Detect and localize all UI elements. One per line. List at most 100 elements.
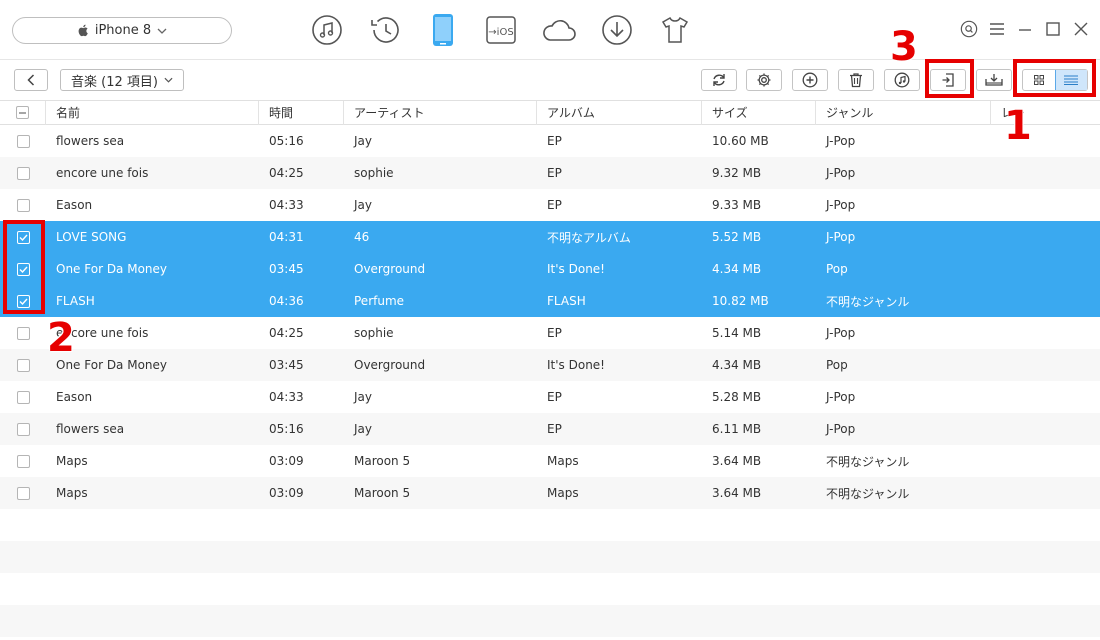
minimize-button[interactable] (1016, 18, 1034, 40)
cell-size: 4.34 MB (712, 262, 762, 276)
row-checkbox[interactable] (16, 390, 30, 404)
row-checkbox[interactable] (16, 262, 30, 276)
view-mode-toggle (1022, 69, 1088, 91)
table-row[interactable]: encore une fois 04:25 sophie EP 5.14 MB J-Pop (0, 317, 1100, 349)
table-row[interactable]: flowers sea 05:16 Jay EP 6.11 MB J-Pop (0, 413, 1100, 445)
table-row[interactable]: LOVE SONG 04:31 46 不明なアルバム 5.52 MB J-Pop (0, 221, 1100, 253)
table-row[interactable]: encore une fois 04:25 sophie EP 9.32 MB J-Pop (0, 157, 1100, 189)
column-header-time[interactable]: 時間 (259, 101, 344, 125)
nav-device[interactable] (416, 10, 470, 50)
table-body: flowers sea 05:16 Jay EP 10.60 MB J-Pop encore… (0, 125, 1100, 509)
category-selector[interactable]: 音楽 (12 項目) (60, 69, 184, 91)
cell-genre: J-Pop (826, 326, 856, 340)
nav-music[interactable] (300, 10, 354, 50)
row-checkbox[interactable] (16, 486, 30, 500)
cell-name: encore une fois (56, 166, 149, 180)
empty-row (0, 541, 1100, 573)
row-checkbox[interactable] (16, 326, 30, 340)
cell-time: 04:25 (269, 166, 304, 180)
row-checkbox[interactable] (16, 166, 30, 180)
cell-artist: Overground (354, 262, 426, 276)
cell-time: 04:36 (269, 294, 304, 308)
table-row[interactable]: Maps 03:09 Maroon 5 Maps 3.64 MB 不明なジャンル (0, 477, 1100, 509)
cell-size: 3.64 MB (712, 454, 762, 468)
music-table: 名前 時間 アーティスト アルバム サイズ ジャンル レー flowers se… (0, 100, 1100, 637)
column-header-name[interactable]: 名前 (46, 101, 259, 125)
nav-ios-transfer[interactable]: →iOS (474, 10, 528, 50)
history-icon (371, 17, 399, 43)
cell-name: encore une fois (56, 326, 149, 340)
table-row[interactable]: One For Da Money 03:45 Overground It's Done… (0, 253, 1100, 285)
column-header-album[interactable]: アルバム (537, 101, 702, 125)
refresh-icon (713, 74, 725, 86)
check-icon (19, 298, 28, 305)
cell-album: Maps (547, 486, 579, 500)
top-bar: iPhone 8 →iOS (0, 0, 1100, 60)
cell-artist: 46 (354, 230, 370, 244)
cell-name: Maps (56, 486, 88, 500)
column-header-size[interactable]: サイズ (702, 101, 816, 125)
row-checkbox[interactable] (16, 230, 30, 244)
cell-album: EP (547, 198, 562, 212)
column-header-artist[interactable]: アーティスト (344, 101, 537, 125)
annotation-number-3: 3 (890, 24, 918, 70)
export-to-computer-button[interactable] (930, 69, 966, 91)
chevron-left-icon (27, 74, 35, 86)
send-to-device-button[interactable] (976, 69, 1012, 91)
export-icon (942, 73, 954, 87)
row-checkbox[interactable] (16, 454, 30, 468)
row-checkbox[interactable] (16, 198, 30, 212)
device-selector[interactable]: iPhone 8 (12, 17, 232, 44)
row-checkbox[interactable] (16, 422, 30, 436)
table-row[interactable]: flowers sea 05:16 Jay EP 10.60 MB J-Pop (0, 125, 1100, 157)
gear-icon (757, 73, 771, 87)
select-all-checkbox[interactable] (16, 106, 29, 119)
nav-cloud[interactable] (532, 10, 586, 50)
cell-time: 03:09 (269, 454, 304, 468)
row-checkbox-cell (0, 326, 46, 340)
row-checkbox-cell (0, 454, 46, 468)
table-row[interactable]: Eason 04:33 Jay EP 5.28 MB J-Pop (0, 381, 1100, 413)
chevron-down-icon (157, 28, 167, 34)
cell-artist: Jay (354, 198, 372, 212)
add-button[interactable] (792, 69, 828, 91)
grid-view-button[interactable] (1023, 70, 1055, 90)
cell-name: One For Da Money (56, 262, 168, 276)
chevron-down-icon (164, 77, 173, 83)
svg-text:→iOS: →iOS (488, 27, 513, 38)
close-icon (1074, 22, 1088, 36)
row-checkbox-cell (0, 134, 46, 148)
settings-button[interactable] (746, 69, 782, 91)
column-header-genre[interactable]: ジャンル (816, 101, 991, 125)
row-checkbox[interactable] (16, 294, 30, 308)
check-icon (19, 266, 28, 273)
back-button[interactable] (14, 69, 48, 91)
list-view-button[interactable] (1054, 70, 1087, 90)
cell-time: 04:33 (269, 198, 304, 212)
maximize-button[interactable] (1044, 18, 1062, 40)
cell-time: 05:16 (269, 422, 304, 436)
table-row[interactable]: One For Da Money 03:45 Overground It's Done… (0, 349, 1100, 381)
cell-artist: Jay (354, 422, 372, 436)
cell-time: 03:45 (269, 262, 304, 276)
cell-size: 6.11 MB (712, 422, 762, 436)
nav-toolkit[interactable] (648, 10, 702, 50)
table-row[interactable]: Eason 04:33 Jay EP 9.33 MB J-Pop (0, 189, 1100, 221)
category-label: 音楽 (12 項目) (71, 74, 158, 90)
cell-size: 3.64 MB (712, 486, 762, 500)
delete-button[interactable] (838, 69, 874, 91)
menu-button[interactable] (988, 18, 1006, 40)
row-checkbox[interactable] (16, 358, 30, 372)
close-button[interactable] (1072, 18, 1090, 40)
empty-row (0, 509, 1100, 541)
cell-size: 5.14 MB (712, 326, 762, 340)
table-row[interactable]: FLASH 04:36 Perfume FLASH 10.82 MB 不明なジャンル (0, 285, 1100, 317)
cell-name: Eason (56, 198, 93, 212)
nav-history[interactable] (358, 10, 412, 50)
search-button[interactable] (960, 18, 978, 40)
nav-download[interactable] (590, 10, 644, 50)
row-checkbox[interactable] (16, 134, 30, 148)
add-to-itunes-button[interactable] (884, 69, 920, 91)
refresh-button[interactable] (701, 69, 737, 91)
table-row[interactable]: Maps 03:09 Maroon 5 Maps 3.64 MB 不明なジャンル (0, 445, 1100, 477)
